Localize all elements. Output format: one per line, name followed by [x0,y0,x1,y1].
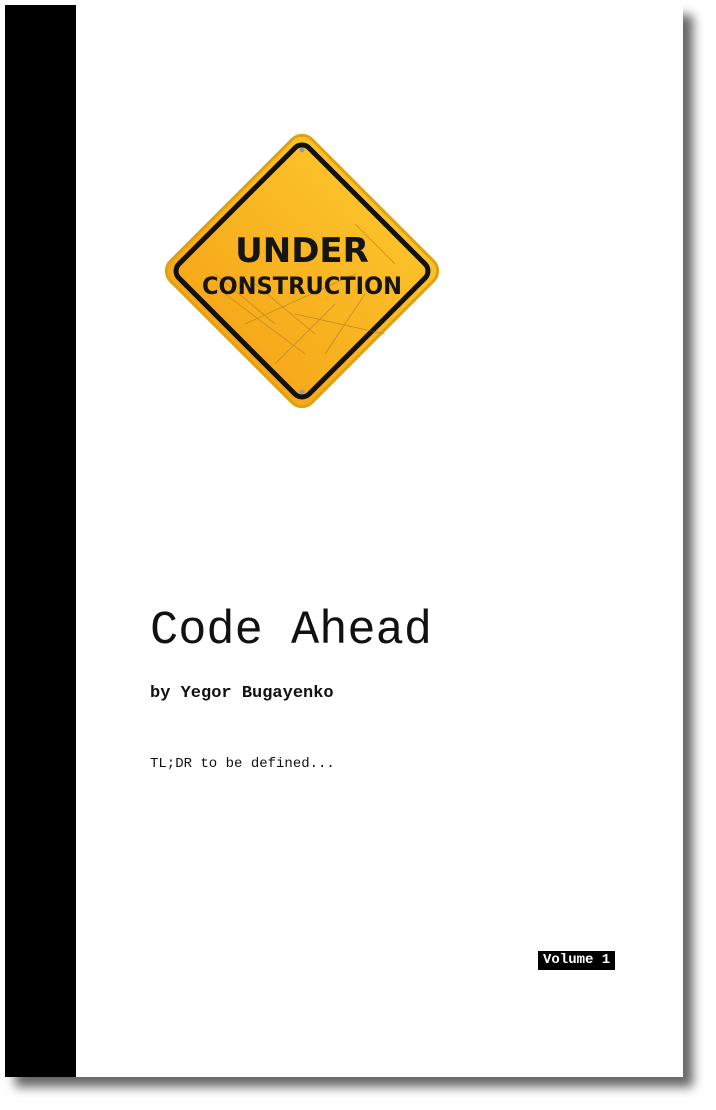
volume-badge: Volume 1 [538,951,616,970]
sign-line1: UNDER [235,231,369,271]
sign-line2: CONSTRUCTION [202,272,402,300]
book-title: Code Ahead [150,605,433,658]
book-author: by Yegor Bugayenko [150,684,334,703]
book-spine [5,5,76,1077]
book-tldr: TL;DR to be defined... [150,756,335,772]
under-construction-sign: UNDER CONSTRUCTION [164,133,440,409]
book-cover: UNDER CONSTRUCTION Code Ahead by Yegor B… [5,5,683,1077]
